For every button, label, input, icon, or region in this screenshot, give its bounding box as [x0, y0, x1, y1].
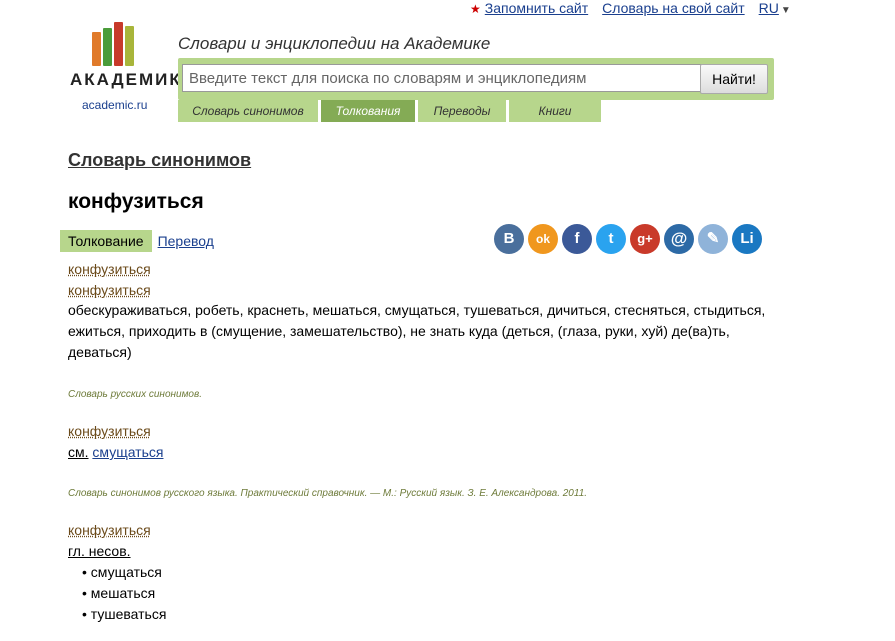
- star-icon: ★: [470, 2, 481, 16]
- caret-down-icon[interactable]: ▼: [781, 5, 791, 16]
- top-links: ★ Запомнить сайт Словарь на свой сайт RU ▼: [470, 0, 791, 16]
- logo[interactable]: АКАДЕМИК academic.ru: [70, 18, 182, 112]
- subtabs: Толкование Перевод: [60, 230, 214, 252]
- liveinternet-icon[interactable]: Li: [732, 224, 762, 254]
- entry-see-line: см. смущаться: [68, 442, 163, 463]
- dictionary-title[interactable]: Словарь синонимов: [68, 150, 251, 171]
- see-abbrev[interactable]: см.: [68, 444, 89, 460]
- entry-source: Словарь русских синонимов.: [68, 389, 202, 400]
- odnoklassniki-icon[interactable]: ok: [528, 224, 558, 254]
- entry-synonyms-line: обескураживаться, робеть, краснеть, меша…: [68, 302, 766, 318]
- tab-synonyms[interactable]: Словарь синонимов: [178, 100, 318, 122]
- dictionary-on-site-link[interactable]: Словарь на свой сайт: [602, 0, 744, 16]
- tab-definitions[interactable]: Толкования: [321, 100, 415, 122]
- part-of-speech[interactable]: гл. несов.: [68, 541, 131, 562]
- mail-icon[interactable]: @: [664, 224, 694, 254]
- twitter-icon[interactable]: t: [596, 224, 626, 254]
- facebook-icon[interactable]: f: [562, 224, 592, 254]
- books-icon: [92, 18, 160, 66]
- tab-translations[interactable]: Переводы: [418, 100, 506, 122]
- list-item: • смущаться: [82, 564, 162, 580]
- tab-books[interactable]: Книги: [509, 100, 601, 122]
- see-link[interactable]: смущаться: [92, 444, 163, 460]
- entry-word[interactable]: конфузиться: [68, 261, 151, 277]
- entry-source: Словарь синонимов русского языка. Практи…: [68, 488, 588, 499]
- headword: конфузиться: [68, 190, 204, 213]
- logo-title: АКАДЕМИК: [70, 70, 182, 89]
- remember-site-link[interactable]: Запомнить сайт: [485, 0, 588, 16]
- vk-icon[interactable]: В: [494, 224, 524, 254]
- list-item: • тушеваться: [82, 606, 167, 622]
- logo-site[interactable]: academic.ru: [82, 98, 160, 112]
- livejournal-icon[interactable]: ✎: [698, 224, 728, 254]
- entry-synonyms-line: деваться): [68, 344, 132, 360]
- list-item-text: смущаться: [90, 564, 162, 580]
- list-item-text: тушеваться: [90, 606, 167, 622]
- subtab-definition[interactable]: Толкование: [60, 230, 152, 252]
- list-item-text: мешаться: [90, 585, 156, 601]
- entry-word[interactable]: конфузиться: [68, 282, 151, 298]
- entry-word[interactable]: конфузиться: [68, 522, 151, 538]
- subtab-translation-link[interactable]: Перевод: [158, 233, 214, 249]
- language-selector[interactable]: RU: [759, 0, 779, 16]
- entry-word[interactable]: конфузиться: [68, 423, 151, 439]
- search-bar: Найти!: [178, 58, 774, 100]
- search-button[interactable]: Найти!: [700, 64, 768, 94]
- tagline: Словари и энциклопедии на Академике: [178, 34, 491, 53]
- entry-synonyms-line: ежиться, приходить в (смущение, замешате…: [68, 323, 730, 339]
- list-item: • мешаться: [82, 585, 156, 601]
- google-plus-icon[interactable]: g+: [630, 224, 660, 254]
- search-input[interactable]: [182, 64, 702, 92]
